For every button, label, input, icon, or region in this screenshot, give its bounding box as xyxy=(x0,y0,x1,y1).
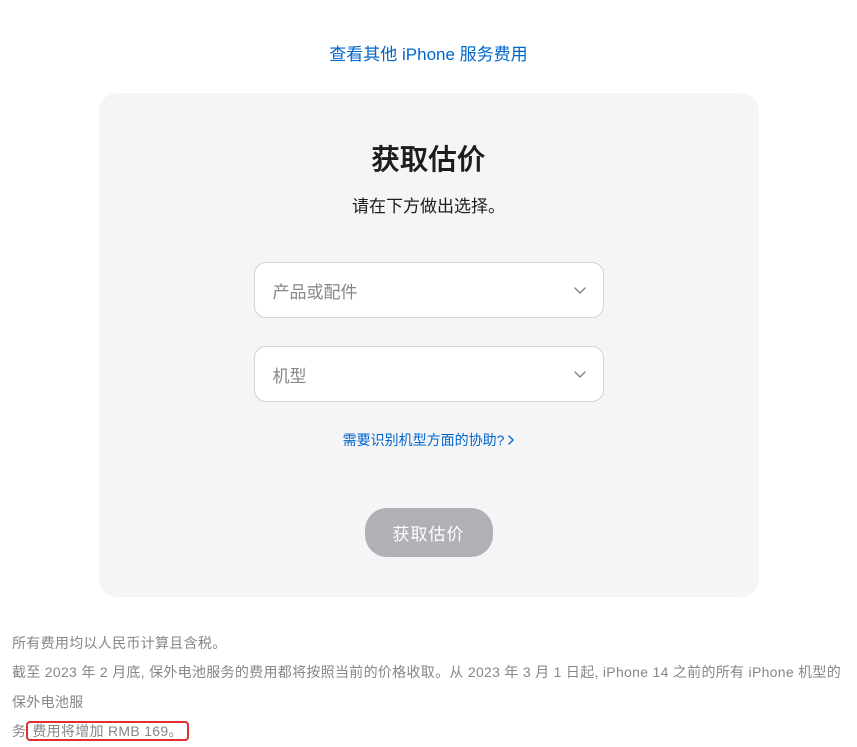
footer-note-2-part1: 截至 2023 年 2 月底, 保外电池服务的费用都将按照当前的价格收取。从 2… xyxy=(12,664,841,709)
help-link-text: 需要识别机型方面的协助? xyxy=(343,430,505,450)
footer-note-2: 截至 2023 年 2 月底, 保外电池服务的费用都将按照当前的价格收取。从 2… xyxy=(12,658,845,746)
product-select-wrapper: 产品或配件 xyxy=(254,262,604,318)
model-select-wrapper: 机型 xyxy=(254,346,604,402)
product-select-placeholder: 产品或配件 xyxy=(273,278,358,303)
card-title: 获取估价 xyxy=(139,138,719,178)
footer-notes: 所有费用均以人民币计算且含税。 截至 2023 年 2 月底, 保外电池服务的费… xyxy=(10,621,847,747)
footer-note-2-prefix: 务 xyxy=(12,723,26,739)
estimate-card: 获取估价 请在下方做出选择。 产品或配件 机型 需要识别机型方面 xyxy=(99,93,759,597)
model-select-placeholder: 机型 xyxy=(273,362,307,387)
footer-note-1: 所有费用均以人民币计算且含税。 xyxy=(12,629,845,658)
get-estimate-button[interactable]: 获取估价 xyxy=(365,508,493,557)
product-select[interactable]: 产品或配件 xyxy=(254,262,604,318)
help-identify-link[interactable]: 需要识别机型方面的协助? xyxy=(343,430,515,450)
card-subtitle: 请在下方做出选择。 xyxy=(139,192,719,217)
price-increase-highlight: 费用将增加 RMB 169。 xyxy=(26,721,188,741)
top-link-wrapper: 查看其他 iPhone 服务费用 xyxy=(10,0,847,93)
model-select[interactable]: 机型 xyxy=(254,346,604,402)
other-service-fees-link[interactable]: 查看其他 iPhone 服务费用 xyxy=(329,45,527,64)
chevron-right-icon xyxy=(508,435,514,445)
